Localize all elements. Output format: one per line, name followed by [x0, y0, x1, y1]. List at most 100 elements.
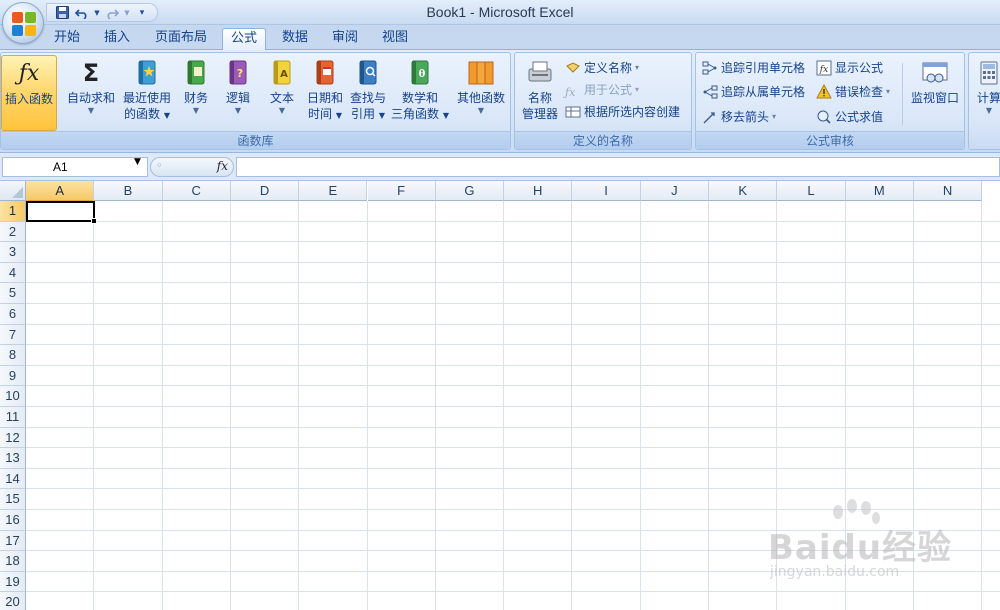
name-box[interactable]: A1 — [2, 157, 148, 177]
more-functions-books-icon — [468, 61, 494, 85]
svg-text:fx: fx — [819, 65, 828, 75]
undo-icon[interactable] — [73, 5, 91, 21]
show-formulas-button[interactable]: fx 显示公式 — [816, 57, 883, 79]
tab-insert[interactable]: 插入 — [96, 28, 138, 50]
tab-data[interactable]: 数据 — [274, 28, 316, 50]
column-header[interactable]: A — [26, 181, 95, 201]
row-header[interactable]: 4 — [0, 262, 26, 284]
column-header[interactable]: F — [367, 181, 436, 201]
recently-used-button[interactable]: 最近使用 的函数 ▼ — [119, 55, 175, 131]
error-checking-button[interactable]: 错误检查 ▾ — [816, 81, 890, 103]
evaluate-formula-button[interactable]: 公式求值 — [816, 106, 883, 128]
row-header[interactable]: 11 — [0, 407, 26, 428]
chevron-down-icon[interactable]: ▼ — [134, 157, 141, 167]
tab-review[interactable]: 审阅 — [324, 28, 366, 50]
math-trig-button[interactable]: θ 数学和 三角函数 ▼ — [389, 55, 451, 131]
remove-arrows-button[interactable]: 移去箭头 ▾ — [702, 106, 776, 128]
ribbon: ƒx 插入函数 Σ 自动求和 ▼ 最近使用 的函数 ▼ 财务 ▼ ? 逻辑 ▼ … — [0, 50, 1000, 153]
customize-icon[interactable]: ▾ — [133, 5, 151, 21]
active-cell[interactable] — [26, 201, 95, 222]
row-header[interactable]: 17 — [0, 530, 26, 552]
gridline-horizontal — [26, 385, 1000, 387]
column-header[interactable]: J — [640, 181, 709, 201]
office-logo-icon — [12, 12, 36, 36]
financial-button[interactable]: 财务 ▼ — [177, 55, 215, 131]
row-header[interactable]: 15 — [0, 489, 26, 510]
row-header[interactable]: 5 — [0, 283, 26, 304]
row-header[interactable]: 7 — [0, 324, 26, 346]
date-time-button[interactable]: 日期和 时间 ▼ — [303, 55, 347, 131]
row-header[interactable]: 20 — [0, 592, 26, 610]
row-header[interactable]: 6 — [0, 304, 26, 325]
fill-handle[interactable] — [91, 218, 97, 224]
column-header[interactable]: D — [230, 181, 300, 201]
column-header[interactable]: M — [845, 181, 914, 201]
column-header[interactable]: K — [709, 181, 778, 201]
row-header[interactable]: 2 — [0, 221, 26, 243]
chevron-down-icon: ▼ — [477, 106, 485, 115]
watch-window-button[interactable]: 监视窗口 — [906, 55, 964, 131]
row-header[interactable]: 18 — [0, 551, 26, 572]
calculation-options-button[interactable]: 计算 ▼ — [971, 55, 1000, 131]
row-header[interactable]: 12 — [0, 427, 26, 449]
row-header[interactable]: 10 — [0, 386, 26, 407]
watermark-brand: Baidu经验 — [768, 528, 953, 568]
row-header[interactable]: 8 — [0, 345, 26, 366]
office-button[interactable] — [2, 2, 44, 44]
name-manager-button[interactable]: 名称 管理器 — [517, 55, 563, 131]
column-header[interactable]: L — [777, 181, 846, 201]
circle-handle-icon[interactable]: ◦ — [156, 159, 163, 172]
row-header[interactable]: 19 — [0, 571, 26, 593]
more-functions-button[interactable]: 其他函数 ▼ — [453, 55, 509, 131]
watermark-url: jingyan.baidu.com — [770, 564, 900, 580]
column-header[interactable]: H — [504, 181, 573, 201]
formula-bar: A1 ▼ ◦ fx — [0, 153, 1000, 181]
insert-function-button[interactable]: ƒx 插入函数 — [1, 55, 57, 131]
lookup-reference-button[interactable]: 查找与 引用 ▼ — [347, 55, 389, 131]
row-header[interactable]: 1 — [0, 201, 26, 222]
star-book-icon — [138, 60, 156, 85]
column-header[interactable]: B — [94, 181, 163, 201]
gridline-horizontal — [26, 344, 1000, 346]
lookup-book-icon — [359, 60, 377, 85]
chevron-down-icon: ▼ — [192, 106, 200, 115]
logical-button[interactable]: ? 逻辑 ▼ — [219, 55, 257, 131]
column-header[interactable]: N — [913, 181, 983, 201]
column-header[interactable]: C — [162, 181, 231, 201]
tab-home[interactable]: 开始 — [46, 28, 88, 50]
tag-icon — [566, 62, 580, 73]
column-header[interactable]: E — [299, 181, 368, 201]
gridline-horizontal — [26, 406, 1000, 407]
use-in-formula-button[interactable]: ƒx 用于公式 ▾ — [565, 79, 639, 101]
column-header[interactable]: G — [435, 181, 505, 201]
formula-input[interactable] — [236, 157, 1000, 177]
error-checking-icon — [816, 84, 832, 99]
define-name-button[interactable]: 定义名称 ▾ — [565, 57, 639, 79]
row-header[interactable]: 16 — [0, 510, 26, 531]
fx-small-icon: ƒx — [565, 86, 576, 99]
gridline-horizontal — [26, 241, 1000, 243]
autosum-button[interactable]: Σ 自动求和 ▼ — [63, 55, 119, 131]
quick-access-toolbar: ▼ ▼ ▾ — [46, 3, 158, 22]
insert-function-fx-icon[interactable]: fx — [217, 159, 228, 173]
row-header[interactable]: 3 — [0, 242, 26, 263]
chevron-down-icon[interactable]: ▼ — [93, 5, 101, 21]
trace-dependents-button[interactable]: 追踪从属单元格 — [702, 81, 805, 103]
text-book-icon: A — [273, 60, 291, 85]
tab-formulas[interactable]: 公式 — [222, 28, 266, 50]
row-header[interactable]: 14 — [0, 468, 26, 490]
tab-view[interactable]: 视图 — [374, 28, 416, 50]
select-all-corner[interactable] — [0, 181, 26, 201]
create-from-selection-button[interactable]: 根据所选内容创建 — [565, 101, 680, 123]
tab-page-layout[interactable]: 页面布局 — [148, 28, 214, 50]
save-icon[interactable] — [53, 5, 71, 21]
column-header[interactable]: I — [572, 181, 641, 201]
redo-icon[interactable] — [103, 5, 121, 21]
fx-icon: ƒx — [18, 61, 40, 86]
text-button[interactable]: A 文本 ▼ — [263, 55, 301, 131]
financial-book-icon — [187, 60, 205, 85]
row-header[interactable]: 9 — [0, 365, 26, 387]
chevron-down-icon[interactable]: ▼ — [123, 5, 131, 21]
row-header[interactable]: 13 — [0, 448, 26, 469]
trace-precedents-button[interactable]: 追踪引用单元格 — [702, 57, 805, 79]
